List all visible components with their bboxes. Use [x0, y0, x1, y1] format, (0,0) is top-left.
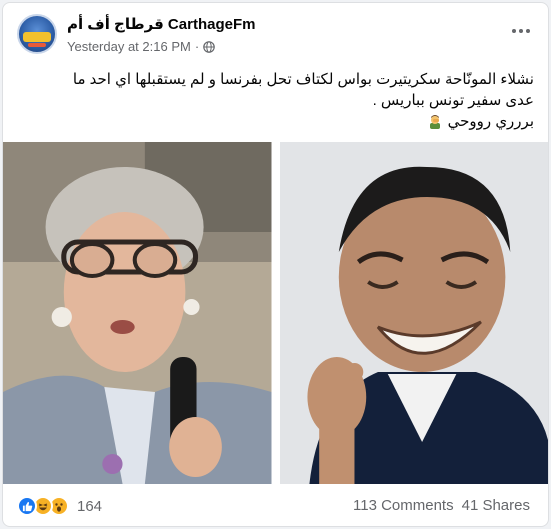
photo-left[interactable] — [3, 142, 272, 484]
reaction-count: 164 — [77, 497, 103, 515]
engagement-stats: 113 Comments 41 Shares — [353, 497, 530, 514]
post-text-line-2: عدى سفير تونس بباريس . — [372, 92, 534, 109]
post-header: قرطاج أف أم CarthageFm Yesterday at 2:16… — [3, 3, 548, 65]
post-text: نشلاء المونّاحة سكريتيرت بواس لكتاف تحل … — [14, 69, 534, 132]
globe-icon[interactable] — [203, 40, 215, 53]
post-text-line-3-text: بررري رووحي — [447, 113, 534, 130]
page-avatar[interactable] — [17, 14, 57, 54]
post-text-line-1: نشلاء المونّاحة سكريتيرت بواس لكتاف تحل … — [72, 71, 534, 88]
meta-separator: · — [194, 39, 200, 54]
like-reaction-icon — [17, 496, 37, 516]
post-photos — [3, 142, 548, 484]
photo-laughing-man-image — [279, 142, 548, 484]
photo-woman-speaking-image — [3, 142, 272, 484]
post-text-line-3: بررري رووحي — [14, 111, 534, 132]
avatar-logo-stripe — [28, 43, 46, 47]
comments-count-link[interactable]: 113 Comments — [353, 497, 454, 514]
post-card: قرطاج أف أم CarthageFm Yesterday at 2:16… — [2, 2, 549, 527]
man-facepalming-emoji-icon — [430, 115, 441, 129]
shares-count-link[interactable]: 41 Shares — [462, 497, 530, 514]
page-name-link[interactable]: قرطاج أف أم CarthageFm — [67, 15, 255, 33]
reactions-summary[interactable]: 164 — [17, 496, 102, 516]
post-timestamp[interactable]: Yesterday at 2:16 PM — [67, 39, 191, 54]
post-footer: 164 113 Comments 41 Shares — [3, 484, 548, 526]
more-options-icon[interactable] — [508, 21, 534, 41]
avatar-logo-band — [23, 32, 51, 42]
photo-right[interactable] — [279, 142, 548, 484]
post-meta: Yesterday at 2:16 PM · — [67, 39, 215, 54]
